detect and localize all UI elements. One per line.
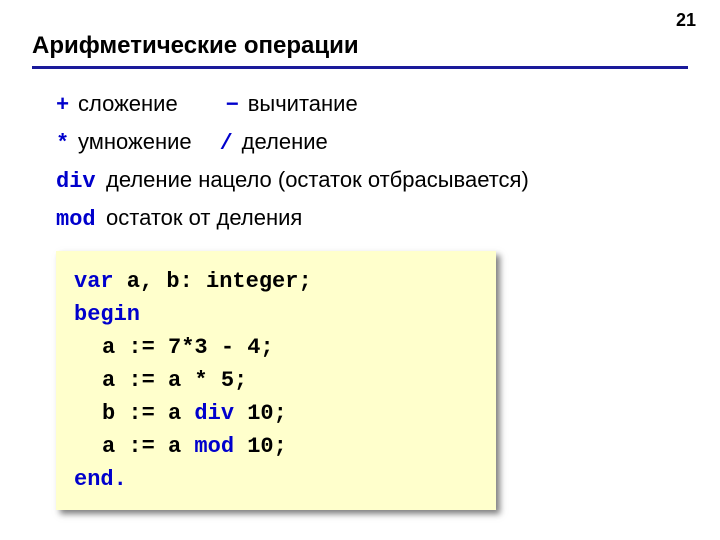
code-line-3: b := a div 10;	[74, 397, 478, 430]
kw-mod: mod	[194, 434, 234, 459]
row-plus-minus: +сложение −вычитание	[56, 87, 688, 123]
op-modkw-symbol: mod	[56, 203, 106, 237]
op-minus-symbol: −	[226, 89, 248, 123]
kw-begin: begin	[74, 302, 140, 327]
op-div-symbol: /	[220, 127, 242, 161]
op-mul-symbol: *	[56, 127, 78, 161]
code-line-1: a := 7*3 - 4;	[74, 331, 478, 364]
kw-div: div	[194, 401, 234, 426]
op-div-desc: деление	[242, 129, 328, 154]
op-plus-symbol: +	[56, 89, 78, 123]
op-divkw-symbol: div	[56, 165, 106, 199]
code-block: var a, b: integer; begin a := 7*3 - 4; a…	[56, 251, 496, 510]
slide: 21 Арифметические операции +сложение −выч…	[0, 0, 720, 540]
kw-var: var	[74, 269, 114, 294]
col-minus: −вычитание	[226, 87, 358, 123]
page-number: 21	[676, 10, 696, 31]
col-div: /деление	[220, 125, 328, 161]
code-line-end: end.	[74, 463, 478, 496]
code-line-var: var a, b: integer;	[74, 265, 478, 298]
row-mul-div: *умножение/деление	[56, 125, 688, 161]
op-mul-desc: умножение	[78, 129, 192, 154]
code-line-begin: begin	[74, 298, 478, 331]
op-minus-desc: вычитание	[248, 91, 358, 116]
kw-end: end.	[74, 467, 127, 492]
code-line-2: a := a * 5;	[74, 364, 478, 397]
row-divkw: divделение нацело (остаток отбрасывается…	[56, 163, 688, 199]
slide-title: Арифметические операции	[32, 32, 688, 69]
op-plus-desc: сложение	[78, 91, 178, 116]
code-line-4: a := a mod 10;	[74, 430, 478, 463]
op-modkw-desc: остаток от деления	[106, 205, 302, 230]
content-area: +сложение−вычитание *умножение/деление d…	[32, 87, 688, 237]
row-modkw: modостаток от деления	[56, 201, 688, 237]
var-rest: a, b: integer;	[114, 269, 312, 294]
op-divkw-desc: деление нацело (остаток отбрасывается)	[106, 167, 529, 192]
